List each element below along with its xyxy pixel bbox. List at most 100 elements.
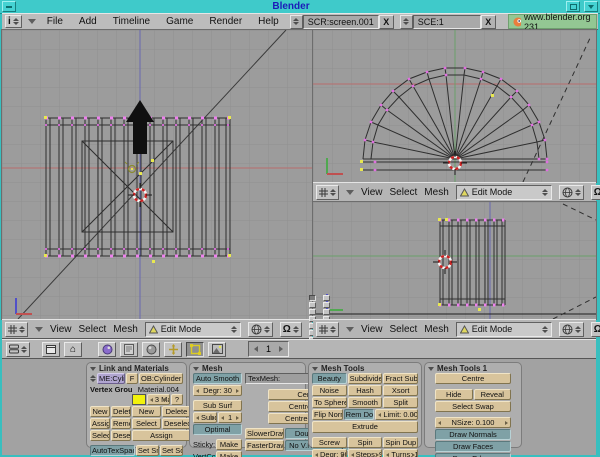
material-assign-button[interactable]: Assign: [132, 430, 191, 441]
hash-button[interactable]: Hash: [348, 385, 383, 396]
viewport-type-button[interactable]: [316, 185, 339, 200]
menu-game[interactable]: Game: [161, 16, 198, 27]
next-frame-icon[interactable]: [279, 346, 283, 352]
sticky-make-button[interactable]: Make: [216, 439, 242, 450]
subdivide-button[interactable]: Subdivide: [348, 373, 383, 384]
prev-frame-icon[interactable]: [254, 346, 258, 352]
buttons-window-type-button[interactable]: [6, 342, 30, 357]
object-name-button[interactable]: OB:Cylinder: [139, 373, 183, 384]
script-context-button[interactable]: [120, 342, 138, 357]
to-sphere-button[interactable]: To Sphere: [312, 397, 347, 408]
fract-subd-button[interactable]: Fract Sub: [383, 373, 418, 384]
home-button[interactable]: ⌂: [64, 342, 82, 357]
select-swap-button[interactable]: Select Swap: [435, 401, 511, 412]
scene-browse-button[interactable]: [400, 15, 413, 29]
extrude-button[interactable]: Extrude: [312, 421, 418, 433]
logic-context-button[interactable]: [98, 342, 116, 357]
menu-timeline[interactable]: Timeline: [108, 16, 155, 27]
draw-normals-toggle[interactable]: Draw Normals: [435, 429, 511, 440]
layer-toggle[interactable]: [323, 295, 330, 301]
material-select-button[interactable]: Select: [132, 418, 161, 429]
viewport-front-canvas[interactable]: [2, 30, 312, 319]
pivot-button[interactable]: Ω: [280, 322, 302, 337]
nsize-stepper[interactable]: NSize: 0.100: [435, 417, 511, 428]
hide-button[interactable]: Hide: [435, 389, 473, 400]
viewport-side-canvas[interactable]: [313, 202, 596, 319]
screen-name-field[interactable]: SCR:screen.001: [303, 15, 379, 29]
faster-draw-button[interactable]: FasterDraw: [245, 440, 284, 451]
mode-dropdown[interactable]: Edit Mode: [456, 185, 552, 200]
mode-dropdown[interactable]: Edit Mode: [456, 322, 552, 337]
auto-smooth-toggle[interactable]: Auto Smooth: [193, 373, 242, 384]
menu-collapse-icon[interactable]: [28, 19, 36, 24]
header-collapse-icon[interactable]: [35, 327, 43, 332]
panel-collapse-icon[interactable]: [312, 367, 318, 371]
menu-select[interactable]: Select: [390, 187, 418, 198]
titlebar[interactable]: Blender: [0, 0, 600, 14]
material-color-swatch[interactable]: [132, 394, 146, 405]
menu-mesh[interactable]: Mesh: [424, 187, 448, 198]
draw-faces-toggle[interactable]: Draw Faces: [435, 441, 511, 452]
header-collapse-icon[interactable]: [346, 190, 354, 195]
object-context-button[interactable]: [164, 342, 182, 357]
screw-button[interactable]: Screw: [312, 437, 347, 448]
draw-type-button[interactable]: [559, 185, 584, 200]
vgroup-select-button[interactable]: Select: [90, 430, 110, 441]
layer-toggle[interactable]: [309, 302, 316, 308]
subdiv-stepper[interactable]: Subdiv: 1: [193, 412, 217, 423]
limit-stepper[interactable]: Limit: 0.001: [375, 409, 418, 420]
menu-add[interactable]: Add: [74, 16, 102, 27]
vgroup-delete-button[interactable]: Delete: [111, 406, 131, 417]
viewport-side[interactable]: [313, 202, 596, 319]
layer-toggle[interactable]: [309, 309, 316, 315]
shade-button[interactable]: [584, 1, 598, 12]
window-menu-button[interactable]: [2, 1, 16, 12]
viewport-top[interactable]: [313, 30, 596, 182]
degr90-stepper[interactable]: Degr: 90: [312, 449, 347, 457]
menu-view[interactable]: View: [361, 187, 383, 198]
panel-alignment-button[interactable]: [42, 342, 60, 357]
scene-name-field[interactable]: SCE:1: [413, 15, 481, 29]
menu-select[interactable]: Select: [79, 324, 107, 335]
maximize-button[interactable]: [566, 1, 580, 12]
scene-context-button[interactable]: [208, 342, 226, 357]
set-smooth-button[interactable]: Set Smooth: [136, 445, 159, 456]
material-index-stepper[interactable]: 3 Mat 3: [147, 394, 170, 405]
xsort-button[interactable]: Xsort: [383, 385, 418, 396]
noise-button[interactable]: Noise: [312, 385, 347, 396]
screen-delete-button[interactable]: X: [379, 15, 394, 29]
menu-view[interactable]: View: [50, 324, 72, 335]
editing-context-button[interactable]: [186, 342, 204, 357]
beauty-toggle[interactable]: Beauty: [312, 373, 347, 384]
mode-dropdown[interactable]: Edit Mode: [145, 322, 241, 337]
pivot-button[interactable]: Ω: [591, 185, 600, 200]
layer-toggle[interactable]: [323, 302, 330, 308]
vgroup-new-button[interactable]: New: [90, 406, 110, 417]
viewport-type-button[interactable]: [5, 322, 28, 337]
vgroup-deselect-button[interactable]: Desel.: [111, 430, 131, 441]
layer-toggle[interactable]: [309, 295, 316, 301]
vgroup-remove-button[interactable]: Remove: [111, 418, 131, 429]
layer-toggle[interactable]: [323, 309, 330, 315]
fake-user-button[interactable]: F: [126, 373, 138, 384]
vgroup-assign-button[interactable]: Assign: [90, 418, 110, 429]
window-type-button[interactable]: i: [5, 15, 22, 28]
shading-context-button[interactable]: [142, 342, 160, 357]
frame-number-field[interactable]: 1: [248, 341, 289, 357]
centre-button[interactable]: Centre: [435, 373, 511, 384]
degr-stepper[interactable]: Degr: 30: [193, 385, 242, 396]
browse-icon[interactable]: [90, 375, 96, 382]
turns-stepper[interactable]: Turns: 1: [383, 449, 418, 457]
subsurf-toggle[interactable]: Sub Surf: [193, 400, 242, 411]
header-collapse-icon[interactable]: [346, 327, 354, 332]
panel-collapse-icon[interactable]: [90, 367, 96, 371]
menu-view[interactable]: View: [361, 324, 383, 335]
menu-mesh[interactable]: Mesh: [113, 324, 137, 335]
draw-type-button[interactable]: [559, 322, 584, 337]
optimal-toggle[interactable]: Optimal: [193, 424, 242, 435]
screen-browse-button[interactable]: [290, 15, 303, 29]
spin-dup-button[interactable]: Spin Dup: [383, 437, 418, 448]
vertcol-make-button[interactable]: Make: [216, 451, 242, 457]
draw-type-button[interactable]: [248, 322, 273, 337]
slower-draw-button[interactable]: SlowerDraw: [245, 428, 284, 439]
